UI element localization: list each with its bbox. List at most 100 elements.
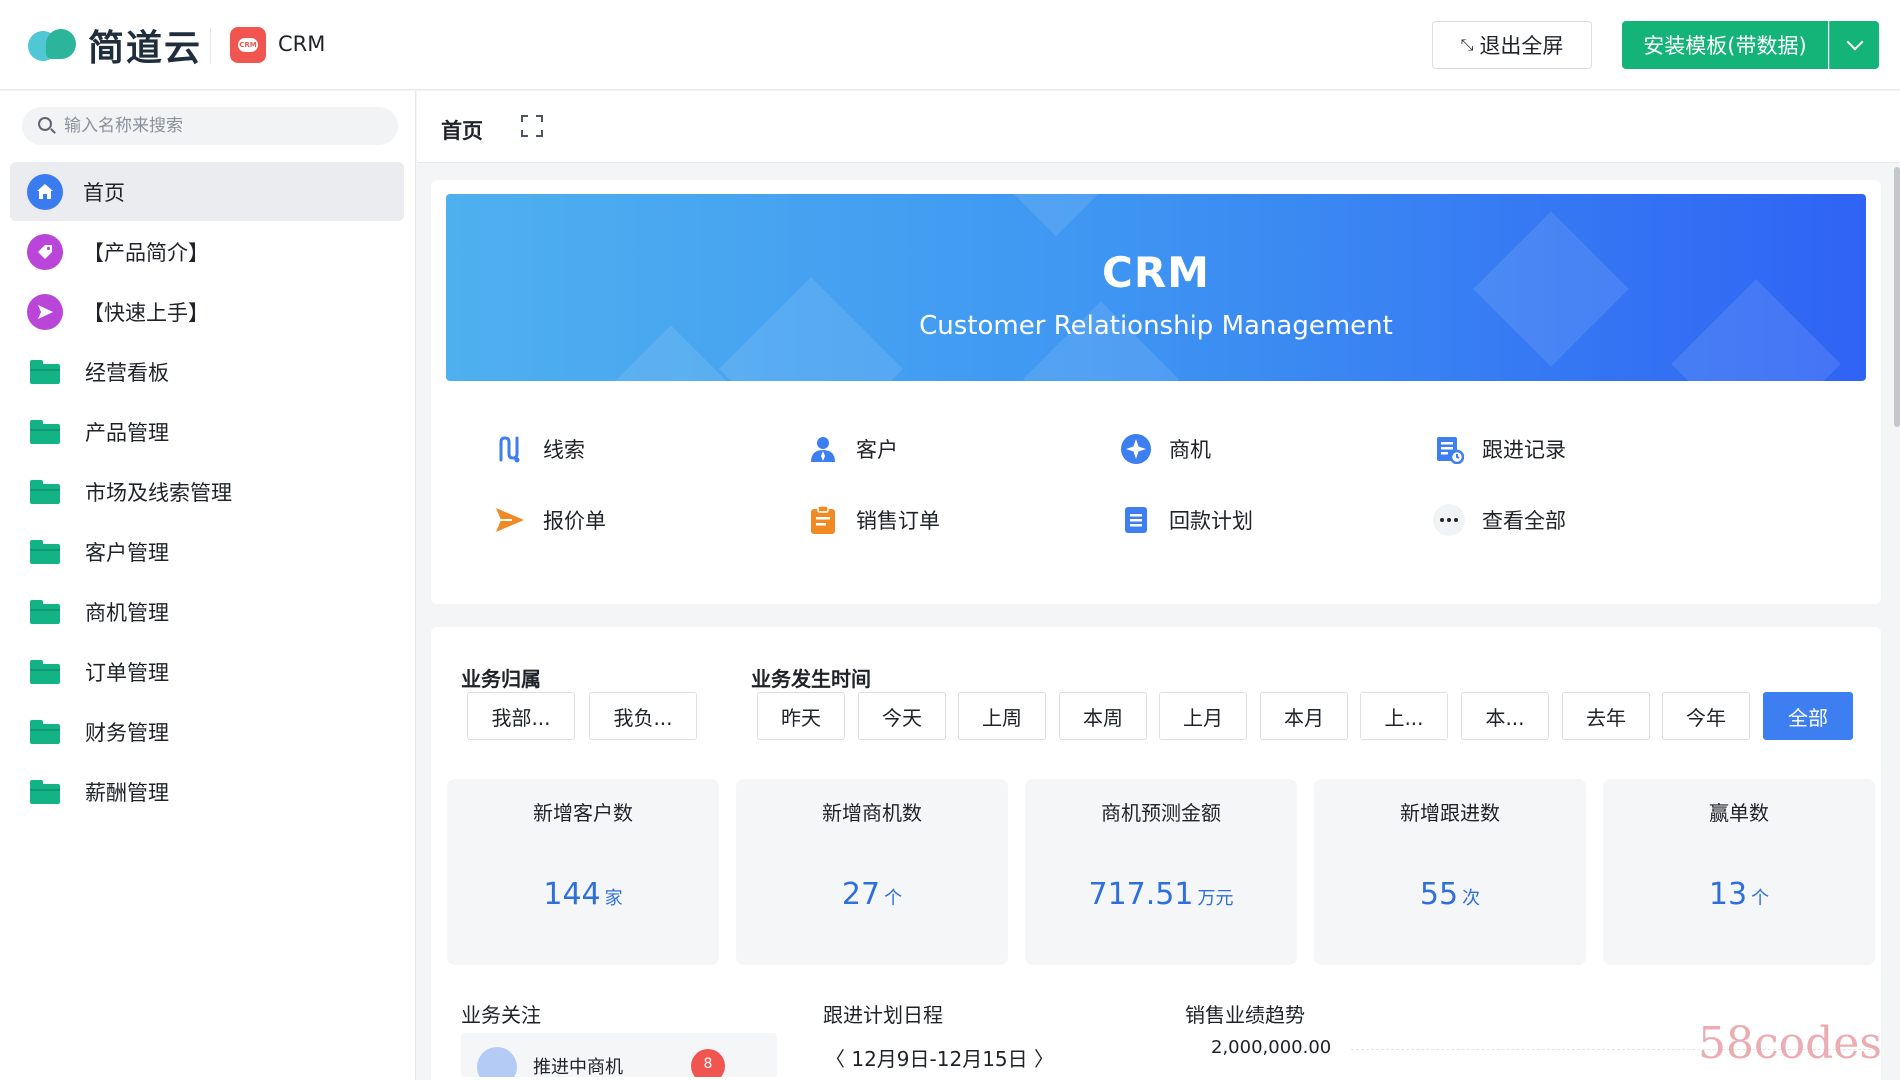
quick-link-followup[interactable]: 跟进记录	[1432, 429, 1566, 469]
sidebar-item-label: 经营看板	[85, 360, 169, 385]
stat-value: 55	[1419, 877, 1459, 912]
business-focus-item[interactable]: 推进中商机 8	[461, 1033, 777, 1077]
stat-title: 新增商机数	[822, 801, 922, 825]
scrollbar[interactable]	[1894, 167, 1900, 427]
jiandaoyun-logo[interactable]: 简道云	[26, 22, 203, 69]
time-option-this-year[interactable]: 今年	[1662, 692, 1750, 740]
sidebar-item-finance[interactable]: 财务管理	[10, 702, 404, 761]
stat-card-new-customers[interactable]: 新增客户数 144 家	[447, 779, 719, 965]
install-template-button[interactable]: 安装模板(带数据)	[1622, 21, 1828, 69]
quick-link-label: 跟进记录	[1482, 438, 1566, 462]
stat-title: 新增客户数	[533, 801, 633, 825]
sidebar-item-payroll[interactable]: 薪酬管理	[10, 762, 404, 821]
focus-item-icon	[477, 1047, 517, 1077]
quick-link-label: 商机	[1169, 438, 1211, 462]
folder-icon	[30, 719, 60, 744]
folder-icon	[30, 419, 60, 444]
header-divider	[210, 28, 211, 64]
logo-text: 简道云	[88, 28, 203, 69]
quick-link-payment-plan[interactable]: 回款计划	[1119, 500, 1253, 540]
app-name: CRM	[278, 32, 326, 56]
sales-axis-value: 2,000,000.00	[1211, 1037, 1332, 1058]
banner-subtitle: Customer Relationship Management	[919, 311, 1393, 341]
sidebar-item-label: 首页	[83, 180, 125, 205]
quick-link-quote[interactable]: 报价单	[493, 500, 606, 540]
expand-icon[interactable]	[521, 115, 543, 137]
stat-card-new-opportunities[interactable]: 新增商机数 27 个	[736, 779, 1008, 965]
sidebar-search[interactable]	[22, 107, 398, 145]
folder-icon	[30, 479, 60, 504]
time-option-yesterday[interactable]: 昨天	[757, 692, 845, 740]
search-icon	[38, 117, 56, 135]
schedule-week-range[interactable]: 〈 12月9日-12月15日 〉	[825, 1043, 1054, 1072]
quick-link-clue[interactable]: 线索	[493, 429, 585, 469]
stat-title: 商机预测金额	[1101, 801, 1221, 825]
time-option-this-quarter[interactable]: 本...	[1461, 692, 1549, 740]
stat-unit: 家	[604, 888, 623, 909]
stat-card-new-followups[interactable]: 新增跟进数 55 次	[1314, 779, 1586, 965]
stat-card-won-deals[interactable]: 赢单数 13 个	[1603, 779, 1875, 965]
payment-icon	[1119, 503, 1153, 537]
exit-fullscreen-button[interactable]: ⤡ 退出全屏	[1432, 21, 1592, 69]
quick-link-opportunity[interactable]: 商机	[1119, 429, 1211, 469]
followup-schedule-title: 跟进计划日程	[823, 1003, 943, 1027]
sidebar-item-orders[interactable]: 订单管理	[10, 642, 404, 701]
time-option-this-month[interactable]: 本月	[1260, 692, 1348, 740]
quick-link-customer[interactable]: 客户	[806, 429, 898, 469]
stat-unit: 万元	[1197, 888, 1234, 909]
sidebar-item-opportunities[interactable]: 商机管理	[10, 582, 404, 641]
tag-icon	[27, 233, 63, 270]
focus-item-label: 推进中商机	[533, 1057, 623, 1077]
sidebar-item-marketing[interactable]: 市场及线索管理	[10, 462, 404, 521]
sidebar-item-customers[interactable]: 客户管理	[10, 522, 404, 581]
focus-item-badge: 8	[691, 1049, 725, 1077]
stat-value-row: 144 家	[447, 877, 719, 912]
time-option-today[interactable]: 今天	[858, 692, 946, 740]
send-icon	[27, 293, 63, 330]
logo-mark-icon	[26, 25, 80, 65]
time-option-last-quarter[interactable]: 上...	[1360, 692, 1448, 740]
tab-bar: 首页	[417, 91, 1900, 163]
sidebar-item-label: 产品管理	[85, 420, 169, 445]
order-icon	[806, 503, 840, 537]
time-option-this-week[interactable]: 本周	[1059, 692, 1147, 740]
stat-unit: 个	[884, 888, 903, 909]
time-option-all[interactable]: 全部	[1763, 692, 1853, 740]
ownership-option-responsible[interactable]: 我负...	[589, 692, 697, 740]
dashboard-card: 业务归属 业务发生时间 我部... 我负... 昨天 今天 上周 本周 上月 本…	[431, 627, 1881, 1080]
stat-value-row: 55 次	[1314, 877, 1586, 912]
quick-link-label: 报价单	[543, 509, 606, 533]
stat-value: 144	[543, 877, 601, 912]
time-option-last-year[interactable]: 去年	[1562, 692, 1650, 740]
quick-link-label: 查看全部	[1482, 509, 1566, 533]
quick-link-label: 回款计划	[1169, 509, 1253, 533]
stat-card-forecast-amount[interactable]: 商机预测金额 717.51 万元	[1025, 779, 1297, 965]
sidebar-item-label: 薪酬管理	[85, 780, 169, 805]
sidebar-item-quick-start[interactable]: 【快速上手】	[10, 282, 404, 341]
folder-icon	[30, 539, 60, 564]
quick-link-view-all[interactable]: 查看全部	[1432, 500, 1566, 540]
ownership-option-department[interactable]: 我部...	[467, 692, 575, 740]
sidebar-item-label: 市场及线索管理	[85, 480, 232, 505]
welcome-card: CRM Customer Relationship Management 线索 …	[431, 180, 1881, 604]
sidebar-item-dashboard[interactable]: 经营看板	[10, 342, 404, 401]
followup-icon	[1432, 432, 1466, 466]
crm-app-icon: CRM	[230, 27, 266, 63]
tab-home[interactable]: 首页	[441, 115, 483, 145]
sidebar-item-home[interactable]: 首页	[10, 162, 404, 221]
sidebar-item-products[interactable]: 产品管理	[10, 402, 404, 461]
top-bar: 简道云 CRM CRM ⤡ 退出全屏 安装模板(带数据)	[0, 0, 1900, 90]
customer-icon	[806, 432, 840, 466]
sidebar-item-label: 订单管理	[85, 660, 169, 685]
stat-value: 717.51	[1088, 877, 1194, 912]
sidebar-item-label: 【快速上手】	[83, 300, 209, 325]
search-input[interactable]	[64, 116, 364, 136]
quick-link-sales-order[interactable]: 销售订单	[806, 500, 940, 540]
quick-link-label: 客户	[856, 438, 898, 462]
sidebar-item-product-intro[interactable]: 【产品简介】	[10, 222, 404, 281]
sidebar-item-label: 【产品简介】	[83, 240, 209, 265]
time-option-last-week[interactable]: 上周	[958, 692, 1046, 740]
install-dropdown-button[interactable]	[1829, 21, 1879, 69]
ownership-filter-label: 业务归属	[461, 667, 541, 691]
time-option-last-month[interactable]: 上月	[1159, 692, 1247, 740]
